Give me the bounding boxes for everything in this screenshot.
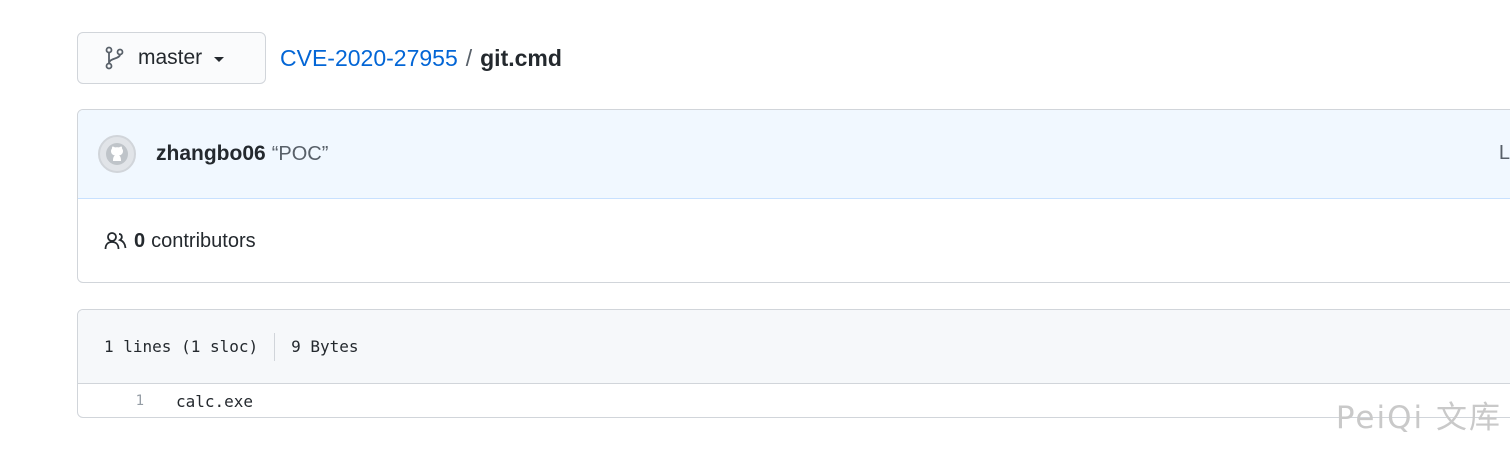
file-content-box: 1 lines (1 sloc) 9 Bytes 1 calc.exe <box>77 309 1510 418</box>
chevron-down-icon <box>214 57 225 62</box>
breadcrumb: CVE-2020-27955 / git.cmd <box>280 45 562 72</box>
watermark: PeiQi 文库 <box>1335 400 1502 436</box>
file-navigation: master CVE-2020-27955 / git.cmd <box>77 32 562 84</box>
latest-commit-box: zhangbo06 “POC” L 0 contributors <box>77 109 1510 283</box>
git-branch-icon <box>104 46 126 70</box>
contributors-count: 0 <box>134 229 146 252</box>
commit-latest-info: L <box>1498 142 1510 164</box>
breadcrumb-file-name: git.cmd <box>480 44 562 71</box>
file-size: 9 Bytes <box>291 337 359 356</box>
file-info-header: 1 lines (1 sloc) 9 Bytes <box>78 310 1510 384</box>
line-number[interactable]: 1 <box>78 393 144 409</box>
commit-message-link[interactable]: “POC” <box>272 143 329 166</box>
contributors-row[interactable]: 0 contributors <box>78 199 1510 282</box>
people-icon <box>104 231 128 251</box>
github-avatar-icon[interactable] <box>98 135 136 173</box>
branch-select-button[interactable]: master <box>77 32 266 84</box>
breadcrumb-repo-link[interactable]: CVE-2020-27955 <box>280 45 458 72</box>
code-line: 1 calc.exe <box>78 384 1510 417</box>
breadcrumb-separator: / <box>465 44 473 71</box>
contributors-label: contributors <box>151 229 256 252</box>
file-info-divider <box>274 332 276 361</box>
code-text: calc.exe <box>176 391 254 411</box>
file-line-count: 1 lines (1 sloc) <box>104 337 259 356</box>
file-view-page: master CVE-2020-27955 / git.cmd zhangbo0… <box>0 0 1510 456</box>
branch-label: master <box>138 46 203 69</box>
commit-header: zhangbo06 “POC” L <box>78 110 1510 199</box>
commit-author-link[interactable]: zhangbo06 <box>156 142 266 166</box>
